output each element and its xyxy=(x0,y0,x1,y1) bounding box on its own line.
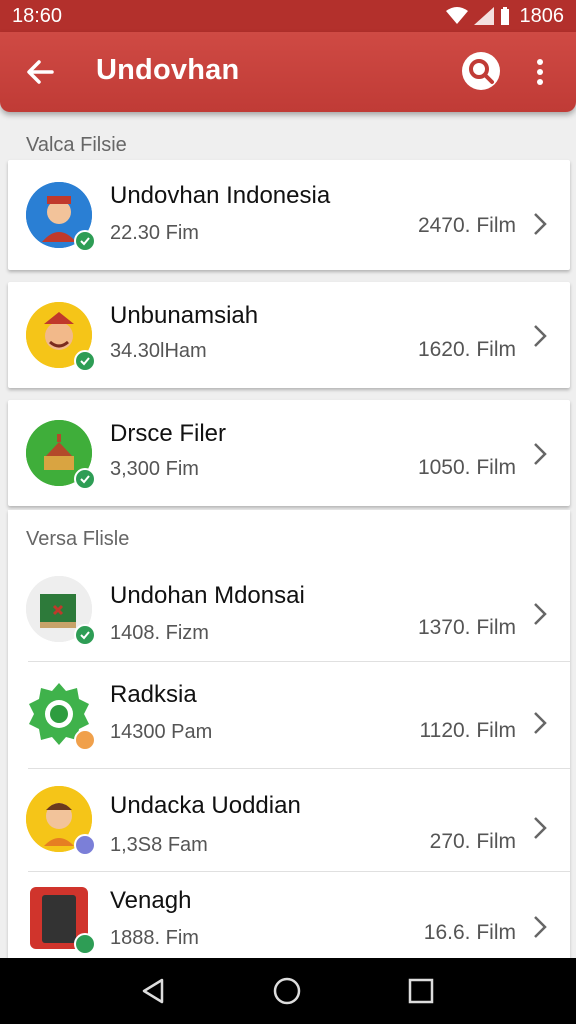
search-icon xyxy=(469,59,494,84)
row-title: Undohan Mdonsai xyxy=(110,582,305,609)
gear-icon xyxy=(26,681,96,751)
row-count: 2470. Film xyxy=(417,214,516,237)
nav-back-icon[interactable] xyxy=(138,976,168,1006)
app-bar: Undovhan xyxy=(0,32,576,112)
status-bar: 18:60 1806 xyxy=(0,0,576,32)
row-title: Venagh xyxy=(110,887,192,914)
verified-badge-icon xyxy=(74,230,96,252)
list-item[interactable]: Unbunamsiah 34.30lHam 1620. Film xyxy=(8,282,570,388)
signal-icon xyxy=(473,7,494,25)
row-title: Unbunamsiah xyxy=(110,302,259,329)
more-vert-icon[interactable] xyxy=(528,54,552,90)
verified-badge-icon xyxy=(74,933,96,955)
divider xyxy=(28,768,570,769)
row-count: 1050. Film xyxy=(417,456,516,479)
verified-badge-icon xyxy=(74,624,96,646)
section-header: Versa Flisle xyxy=(26,528,130,550)
row-subtitle: 1408. Fizm xyxy=(110,622,209,644)
system-nav-bar xyxy=(0,958,576,1024)
temple-icon xyxy=(26,420,96,490)
phone-icon xyxy=(26,885,96,955)
character-avatar-icon xyxy=(26,182,96,252)
character-avatar-icon xyxy=(26,786,96,856)
search-button[interactable] xyxy=(462,52,500,90)
section-header: Valca Filsie xyxy=(26,134,127,156)
status-time: 18:60 xyxy=(12,4,63,27)
chevron-right-icon xyxy=(534,603,547,625)
package-icon xyxy=(26,576,96,646)
divider xyxy=(28,661,570,662)
arrow-back-icon[interactable] xyxy=(22,54,58,90)
chevron-right-icon xyxy=(534,712,547,734)
list-item[interactable]: Radksia 14300 Pam 1120. Film xyxy=(8,663,570,769)
list-item[interactable]: Undacka Uoddian 1,3S8 Fam 270. Film xyxy=(8,770,570,872)
row-subtitle: 22.30 Fim xyxy=(110,222,199,244)
chevron-right-icon xyxy=(534,916,547,938)
row-subtitle: 1,3S8 Fam xyxy=(110,834,208,856)
chevron-right-icon xyxy=(534,817,547,839)
row-subtitle: 3,300 Fim xyxy=(110,458,199,480)
content-list: Valca Filsie Undovhan Indonesia 22.30 Fi… xyxy=(0,112,576,958)
chevron-right-icon xyxy=(534,443,547,465)
row-subtitle: 34.30lHam xyxy=(110,340,207,362)
list-item[interactable]: Undovhan Indonesia 22.30 Fim 2470. Film xyxy=(8,160,570,270)
list-item[interactable]: Undohan Mdonsai 1408. Fizm 1370. Film xyxy=(8,562,570,662)
row-title: Undacka Uoddian xyxy=(110,792,301,819)
battery-text: 1806 xyxy=(519,4,565,27)
row-count: 1370. Film xyxy=(417,616,516,639)
status-indicators: 1806 xyxy=(445,4,565,28)
battery-icon xyxy=(500,7,509,25)
chevron-right-icon xyxy=(534,213,547,235)
row-count: 1120. Film xyxy=(419,719,516,742)
character-avatar-icon xyxy=(26,302,96,372)
verified-badge-icon xyxy=(74,350,96,372)
divider xyxy=(28,871,570,872)
row-title: Radksia xyxy=(110,681,197,708)
chevron-right-icon xyxy=(534,325,547,347)
wifi-icon xyxy=(445,7,468,24)
row-subtitle: 14300 Pam xyxy=(110,721,213,743)
list-item[interactable]: Drsce Filer 3,300 Fim 1050. Film xyxy=(8,400,570,506)
nav-home-icon[interactable] xyxy=(272,976,302,1006)
list-item[interactable]: Venagh 1888. Fim 16.6. Film xyxy=(8,873,570,958)
row-subtitle: 1888. Fim xyxy=(110,927,199,949)
row-count: 1620. Film xyxy=(417,338,516,361)
row-count: 270. Film xyxy=(429,830,516,853)
nav-recents-icon[interactable] xyxy=(406,976,436,1006)
status-badge-icon xyxy=(74,834,96,856)
verified-badge-icon xyxy=(74,468,96,490)
row-count: 16.6. Film xyxy=(423,921,516,944)
row-title: Undovhan Indonesia xyxy=(110,182,331,209)
section-card: Versa Flisle Undohan Mdonsai 1408. Fizm … xyxy=(8,510,570,958)
row-title: Drsce Filer xyxy=(110,420,227,447)
status-badge-icon xyxy=(74,729,96,751)
app-title: Undovhan xyxy=(96,54,240,86)
